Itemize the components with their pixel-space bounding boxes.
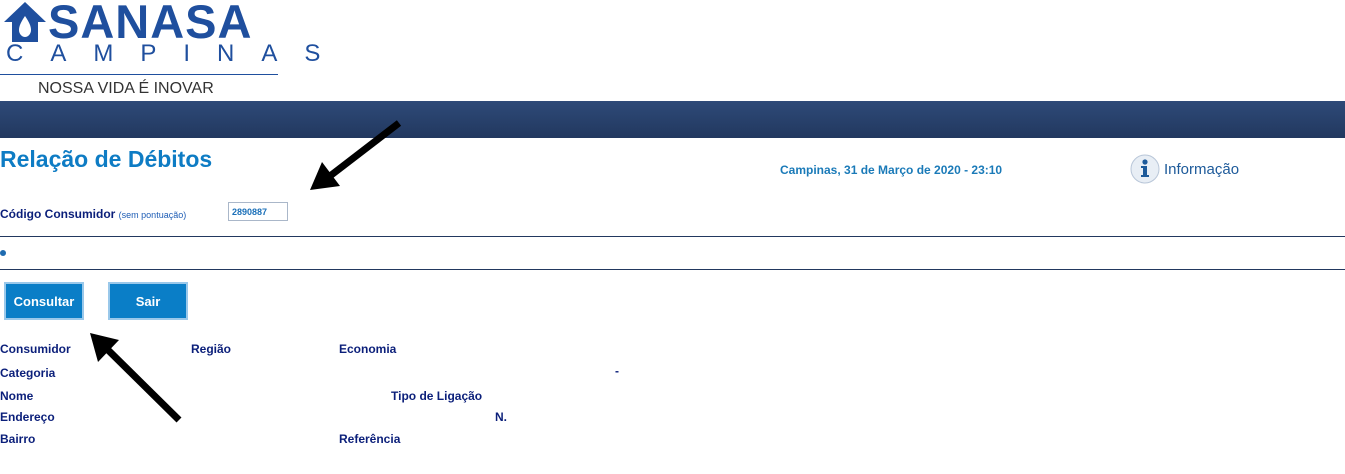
divider-bottom — [0, 269, 1345, 270]
reference-label: Referência — [339, 432, 401, 446]
category-dash: - — [615, 364, 619, 378]
date-time: Campinas, 31 de Março de 2020 - 23:10 — [780, 163, 1003, 177]
logo-divider — [0, 74, 278, 75]
info-link[interactable]: Informação — [1130, 153, 1239, 185]
consult-button[interactable]: Consultar — [4, 282, 84, 320]
page-title: Relação de Débitos — [0, 146, 213, 172]
logo-brand: SANASA — [48, 0, 253, 48]
sanasa-logo-icon — [4, 2, 46, 42]
connection-type-label: Tipo de Ligação — [391, 389, 483, 403]
code-label: Código Consumidor (sem pontuação) — [0, 206, 186, 223]
header-banner — [0, 101, 1345, 138]
economy-label: Economia — [339, 342, 397, 356]
region-label: Região — [191, 342, 232, 356]
neighborhood-label: Bairro — [0, 432, 36, 446]
category-label: Categoria — [0, 366, 56, 380]
divider-top — [0, 236, 1345, 237]
logo-tagline: NOSSA VIDA É INOVAR — [38, 80, 214, 97]
bullet-icon — [0, 250, 6, 256]
exit-button[interactable]: Sair — [108, 282, 188, 320]
name-label: Nome — [0, 389, 34, 403]
logo-city: CAMPINAS — [6, 40, 348, 67]
info-icon — [1130, 154, 1160, 184]
arrow-to-consult-button — [90, 333, 182, 423]
address-label: Endereço — [0, 410, 55, 424]
number-label: N. — [495, 410, 507, 424]
annotation-arrows — [90, 120, 402, 423]
consumer-code-input[interactable] — [228, 202, 288, 221]
code-label-text: Código Consumidor — [0, 207, 116, 221]
info-label: Informação — [1164, 160, 1240, 178]
consumer-label: Consumidor — [0, 342, 71, 356]
code-hint: (sem pontuação) — [118, 210, 187, 220]
